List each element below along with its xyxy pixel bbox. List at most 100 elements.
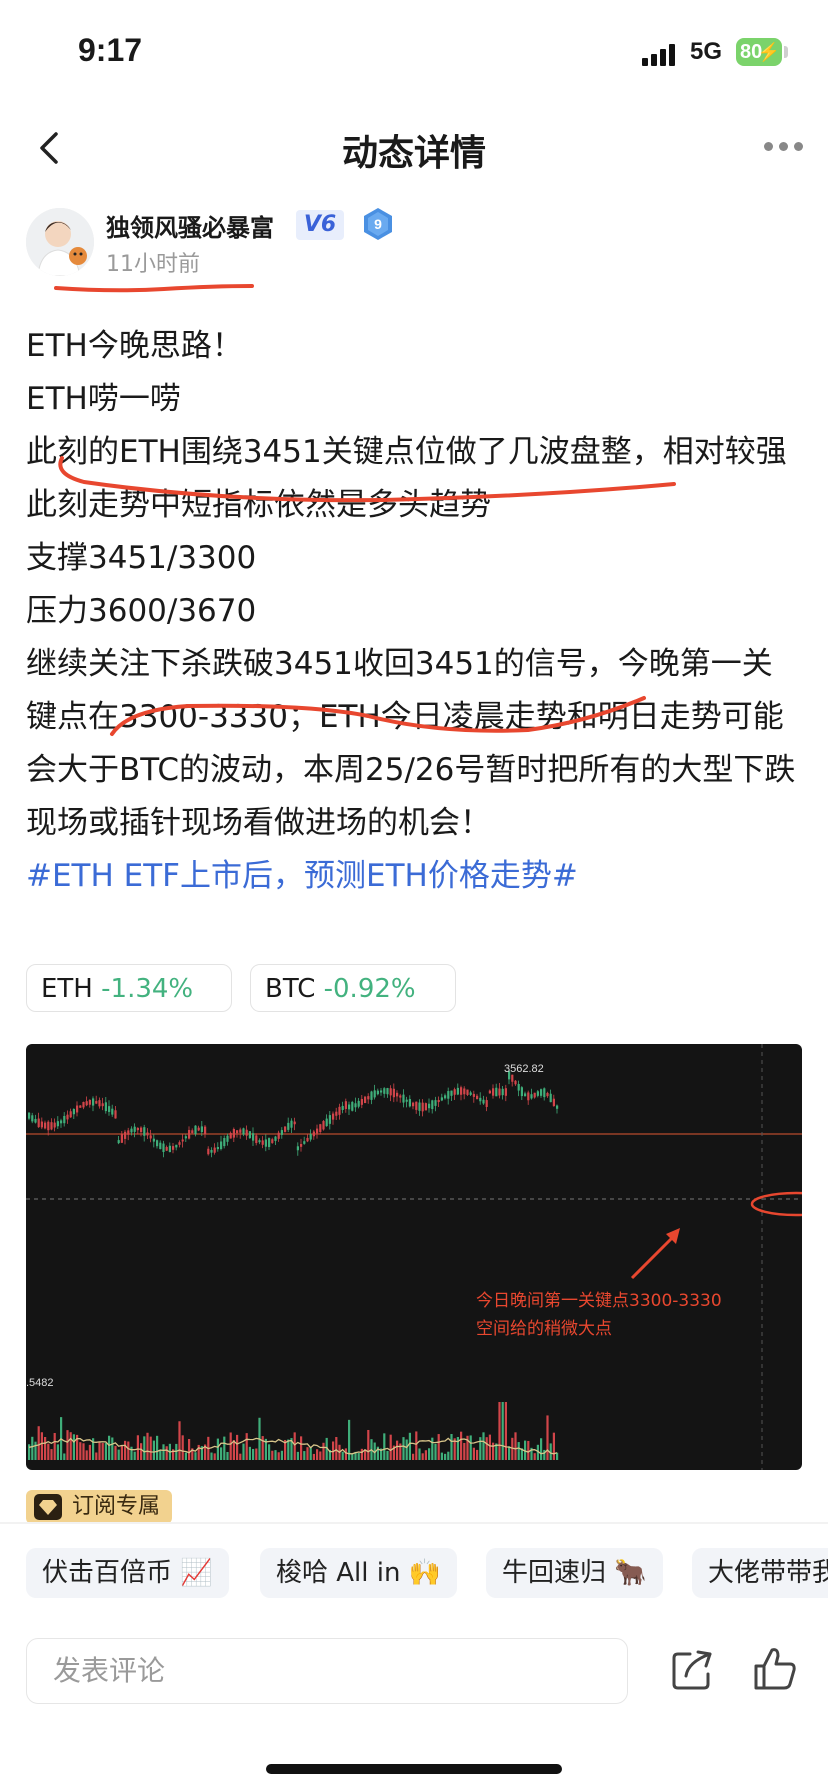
volume-bar — [408, 1432, 411, 1460]
candle-body — [546, 1092, 549, 1097]
candle-body — [146, 1132, 149, 1136]
volume-bar — [140, 1443, 143, 1460]
candle-body — [47, 1121, 50, 1131]
volume-bar — [181, 1435, 184, 1460]
volume-bar — [130, 1446, 133, 1460]
candle-body — [309, 1133, 312, 1140]
handwritten-underline — [58, 456, 676, 503]
topic-chip[interactable]: 伏击百倍币 📈 — [26, 1548, 229, 1598]
topic-chip[interactable]: 牛回速归 🐂 — [486, 1548, 663, 1598]
candle-body — [408, 1099, 411, 1107]
ticker-symbol: BTC — [265, 974, 316, 1004]
volume-bar — [434, 1443, 437, 1460]
avatar-image — [26, 208, 94, 276]
page-title: 动态详情 — [341, 133, 486, 174]
candle-body — [469, 1092, 472, 1095]
topic-chip[interactable]: 梭哈 All in 🙌 — [260, 1548, 458, 1598]
candle-body — [456, 1087, 459, 1095]
candle-body — [412, 1102, 415, 1107]
candle-body — [258, 1140, 261, 1143]
candle-body — [140, 1127, 143, 1133]
candle-body — [236, 1130, 239, 1134]
candle-body — [277, 1132, 280, 1139]
like-icon[interactable] — [752, 1644, 798, 1692]
candle-body — [482, 1099, 485, 1104]
candle-body — [149, 1135, 152, 1139]
candle-body — [245, 1129, 248, 1136]
subscription-tag[interactable]: 订阅专属 — [26, 1490, 173, 1524]
share-icon[interactable] — [670, 1646, 716, 1692]
volume-bar — [351, 1453, 354, 1460]
candle-body — [485, 1100, 488, 1107]
volume-bar — [50, 1449, 53, 1460]
volume-label: .5482 — [26, 1377, 54, 1389]
candle-body — [28, 1112, 31, 1119]
candle-body — [76, 1105, 79, 1113]
volume-bar — [271, 1450, 274, 1460]
candle-body — [50, 1122, 53, 1130]
status-bar: 9:17 5G 80 ⚡ — [0, 0, 828, 100]
ticker-btc[interactable]: BTC -0.92% — [250, 964, 456, 1012]
candle-body — [133, 1126, 136, 1132]
network-type: 5G — [690, 38, 723, 65]
volume-bar — [226, 1451, 229, 1460]
comment-input[interactable]: 发表评论 — [26, 1638, 628, 1704]
volume-bar — [501, 1402, 504, 1460]
volume-bar — [540, 1438, 543, 1460]
peak-label: 3562.82 — [504, 1063, 544, 1075]
post-line: 压力3600/3670 — [26, 593, 257, 629]
hashtag-link[interactable]: #ETH ETF上市后，预测ETH价格走势# — [26, 850, 802, 903]
volume-bar — [405, 1439, 408, 1460]
volume-bar — [322, 1442, 325, 1460]
candle-body — [552, 1098, 555, 1107]
volume-bar — [85, 1450, 88, 1460]
ticker-change: -1.34% — [101, 974, 194, 1004]
topic-chip[interactable]: 大佬带带我 — [692, 1548, 828, 1598]
candle-body — [31, 1115, 34, 1122]
volume-bar — [261, 1436, 264, 1460]
candle-body — [223, 1138, 226, 1147]
candle-body — [383, 1088, 386, 1094]
candle-body — [520, 1087, 523, 1097]
candle-body — [127, 1130, 130, 1135]
volume-bar — [188, 1439, 191, 1460]
volume-bar — [72, 1434, 75, 1460]
candle-body — [543, 1088, 546, 1098]
author-name[interactable]: 独领风骚必暴富 — [106, 208, 274, 243]
candle-body — [450, 1090, 453, 1096]
volume-bar — [120, 1445, 123, 1460]
ticker-symbol: ETH — [41, 974, 93, 1004]
candle-body — [549, 1093, 552, 1103]
volume-bar — [37, 1426, 40, 1460]
candle-body — [156, 1140, 159, 1147]
volume-bar — [383, 1433, 386, 1460]
volume-bar — [533, 1453, 536, 1460]
candle-body — [220, 1141, 223, 1150]
volume-bar — [389, 1434, 392, 1460]
candles — [28, 1070, 559, 1158]
volume-bar — [197, 1444, 200, 1460]
candle-body — [216, 1147, 219, 1150]
candle-body — [290, 1120, 293, 1128]
volume-bar — [277, 1452, 280, 1460]
divider — [0, 1522, 828, 1524]
volume-bar — [476, 1449, 479, 1460]
signal-icon — [642, 44, 676, 66]
candle-body — [232, 1128, 235, 1138]
volume-bar — [447, 1451, 450, 1460]
chart-image[interactable]: 3562.82 .5482 今日晚间第一关键点3300-3330 空间给的稍微大… — [26, 1044, 802, 1470]
more-options-icon[interactable] — [764, 142, 804, 154]
candle-body — [226, 1135, 229, 1142]
ticker-eth[interactable]: ETH -1.34% — [26, 964, 232, 1012]
candle-body — [460, 1087, 463, 1095]
volume-bar — [66, 1430, 69, 1460]
candle-body — [82, 1101, 85, 1108]
candle-body — [556, 1105, 559, 1109]
avatar[interactable] — [26, 208, 94, 276]
circle-mark — [750, 1191, 802, 1217]
candle-body — [239, 1129, 242, 1133]
candle-body — [159, 1142, 162, 1149]
volume-bar — [479, 1437, 482, 1460]
nav-bar: 动态详情 — [0, 100, 828, 196]
volume-bar — [156, 1435, 159, 1460]
